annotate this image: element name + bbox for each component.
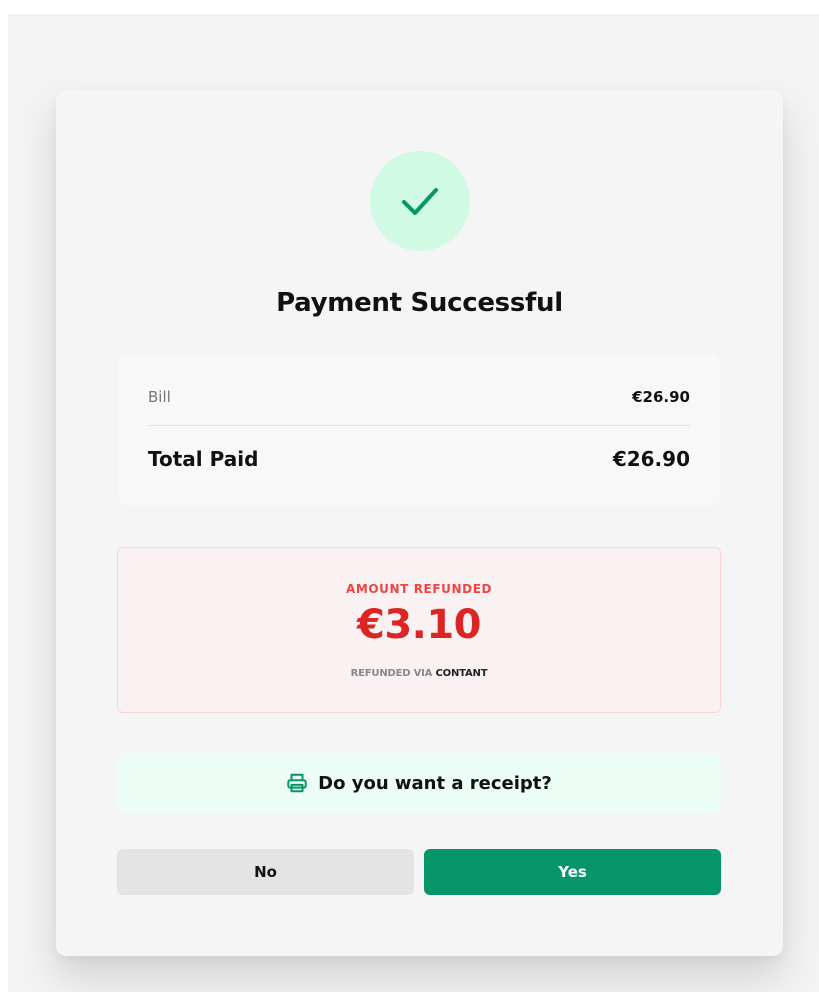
total-label: Total Paid — [148, 447, 259, 471]
refund-label: AMOUNT REFUNDED — [345, 582, 493, 596]
summary-divider — [148, 425, 690, 426]
page-title: Payment Successful — [276, 288, 563, 318]
payment-summary: Bill €26.90 Total Paid €26.90 — [118, 354, 720, 506]
no-button[interactable]: No — [117, 849, 414, 895]
refund-panel: AMOUNT REFUNDED €3.10 REFUNDED VIA CONTA… — [117, 547, 721, 713]
refund-via-prefix: REFUNDED VIA — [350, 668, 433, 679]
yes-button[interactable]: Yes — [424, 849, 721, 895]
bill-row: Bill €26.90 — [148, 388, 690, 406]
refund-amount: €3.10 — [356, 602, 482, 648]
success-badge — [370, 151, 470, 251]
printer-icon — [287, 773, 307, 793]
bill-label: Bill — [148, 388, 171, 406]
receipt-question: Do you want a receipt? — [318, 772, 552, 794]
total-value: €26.90 — [612, 447, 690, 471]
refund-via-method: CONTANT — [435, 668, 488, 679]
receipt-prompt: Do you want a receipt? — [117, 753, 721, 813]
check-icon — [402, 188, 438, 215]
total-row: Total Paid €26.90 — [148, 447, 690, 471]
bill-value: €26.90 — [632, 388, 690, 406]
refund-method: REFUNDED VIA CONTANT — [118, 668, 720, 679]
payment-success-dialog: Payment Successful Bill €26.90 Total Pai… — [56, 90, 783, 956]
